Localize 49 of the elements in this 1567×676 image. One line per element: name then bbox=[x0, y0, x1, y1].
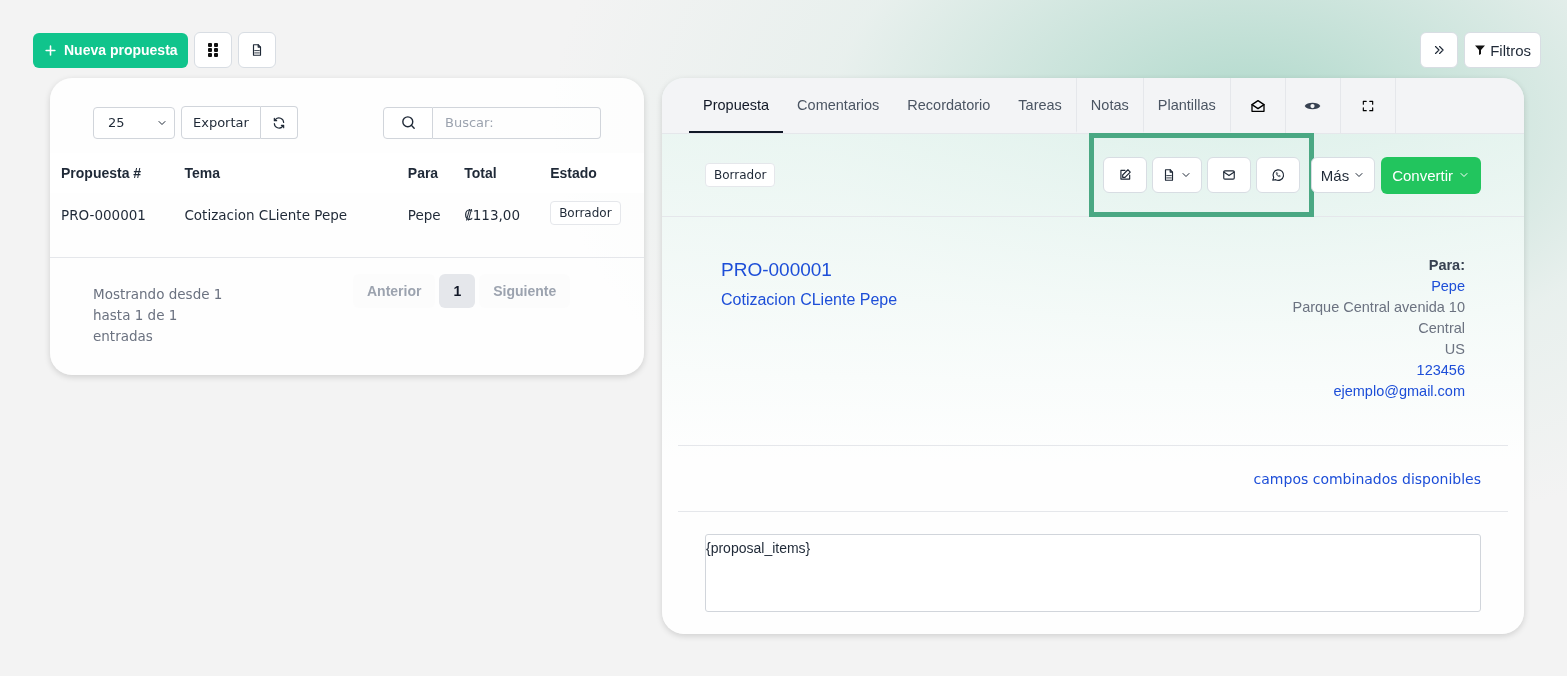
address-line: US bbox=[1443, 340, 1465, 359]
double-chevron-icon bbox=[1432, 43, 1447, 57]
merge-fields-link[interactable]: campos combinados disponibles bbox=[1253, 470, 1481, 487]
search-field[interactable]: Buscar: bbox=[433, 106, 601, 139]
tab[interactable]: Propuesta bbox=[689, 78, 784, 133]
status-badge: Borrador bbox=[705, 163, 776, 187]
table-cell: ₡113,00 bbox=[453, 193, 540, 258]
recipient-link[interactable]: Pepe bbox=[1292, 276, 1465, 297]
plus-icon bbox=[43, 42, 58, 58]
recipient-label: Para: bbox=[1427, 256, 1465, 275]
tab[interactable]: Tareas bbox=[1004, 78, 1077, 133]
phone-link[interactable]: 123456 bbox=[1292, 360, 1465, 381]
search-icon bbox=[399, 114, 417, 131]
pdf-dropdown-button[interactable] bbox=[1151, 157, 1202, 193]
grid-dots-icon bbox=[207, 43, 218, 57]
search-addon[interactable] bbox=[383, 106, 433, 139]
more-dropdown-button[interactable]: Más bbox=[1310, 157, 1376, 193]
whatsapp-button[interactable] bbox=[1255, 157, 1300, 193]
table-cell: Pepe bbox=[396, 193, 454, 258]
tab[interactable]: Notas bbox=[1076, 78, 1144, 133]
table-cell: PRO-000001 bbox=[50, 193, 174, 258]
table-cell: Cotizacion CLiente Pepe bbox=[173, 193, 397, 258]
proposal-subject: Cotizacion CLiente Pepe bbox=[721, 291, 898, 309]
tab[interactable]: Recordatorio bbox=[893, 78, 1005, 133]
refresh-button[interactable] bbox=[260, 106, 298, 139]
filter-icon bbox=[1474, 44, 1487, 56]
edit-icon bbox=[1117, 168, 1132, 182]
email-button[interactable] bbox=[1206, 157, 1251, 193]
edit-button[interactable] bbox=[1102, 157, 1147, 193]
tab[interactable]: Comentarios bbox=[783, 78, 894, 133]
address-line: Central bbox=[1417, 319, 1465, 338]
refresh-icon bbox=[271, 115, 286, 130]
grid-view-button[interactable] bbox=[193, 32, 232, 68]
email-link[interactable]: ejemplo@gmail.com bbox=[1292, 381, 1465, 402]
page-size-select[interactable]: 25 bbox=[93, 106, 175, 139]
envelope-icon bbox=[1221, 168, 1236, 182]
tab[interactable]: Plantillas bbox=[1143, 78, 1231, 133]
page-number-button[interactable]: 1 bbox=[439, 274, 476, 308]
pdf-button[interactable] bbox=[237, 32, 276, 68]
address-line: Parque Central avenida 10 bbox=[1292, 298, 1465, 317]
fullscreen-icon bbox=[1360, 98, 1375, 113]
filters-button[interactable]: Filtros bbox=[1464, 32, 1541, 68]
status-badge: Borrador bbox=[550, 201, 621, 225]
entries-info: Mostrando desde 1 hasta 1 de 1 entradas bbox=[93, 285, 224, 346]
chat-phone-icon bbox=[1270, 168, 1285, 182]
content-editor[interactable]: {proposal_items} bbox=[705, 534, 1481, 612]
open-envelope-icon bbox=[1249, 97, 1266, 114]
proposal-number: PRO-000001 bbox=[721, 259, 833, 281]
export-button[interactable]: Exportar bbox=[181, 106, 261, 139]
